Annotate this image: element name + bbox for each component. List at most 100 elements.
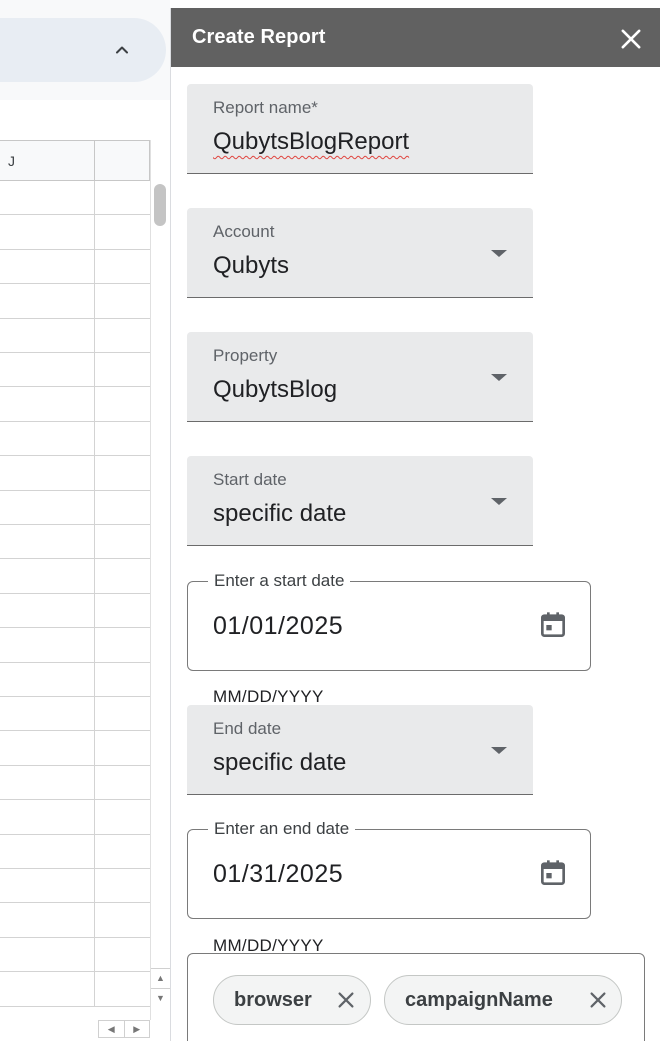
dropdown-arrow-icon[interactable] xyxy=(491,374,507,381)
column-header-label: J xyxy=(8,153,15,169)
cell-divider xyxy=(94,937,95,972)
start-date-hint: MM/DD/YYYY xyxy=(213,687,324,706)
cell-divider xyxy=(94,490,95,524)
chip-browser[interactable]: browser xyxy=(213,975,371,1025)
sheet-row[interactable] xyxy=(0,697,150,732)
sheet-row[interactable] xyxy=(0,559,150,594)
calendar-icon[interactable] xyxy=(537,609,569,641)
sheet-menu-pill xyxy=(0,18,166,82)
cell-divider xyxy=(94,525,95,559)
sheet-row[interactable] xyxy=(0,937,150,973)
dropdown-arrow-icon[interactable] xyxy=(491,747,507,754)
cell-divider xyxy=(94,284,95,318)
remove-chip-icon[interactable] xyxy=(587,989,609,1011)
sheet-row[interactable] xyxy=(0,869,150,904)
sheet-toolbar xyxy=(0,0,170,100)
sheet-row[interactable] xyxy=(0,284,150,319)
cell-divider xyxy=(94,353,95,387)
start-date-select[interactable]: Start date specific date xyxy=(187,456,533,546)
calendar-icon[interactable] xyxy=(537,857,569,889)
sheet-row[interactable] xyxy=(0,249,150,285)
account-label: Account xyxy=(213,222,275,241)
property-value: QubytsBlog xyxy=(213,376,338,403)
sheet-row[interactable] xyxy=(0,628,150,663)
end-date-label: End date xyxy=(213,719,282,738)
spreadsheet-area: J ▲ ▼ ◀ ▶ xyxy=(0,0,170,1041)
scroll-down-arrow-icon[interactable]: ▼ xyxy=(151,988,170,1006)
cell-divider xyxy=(94,765,95,800)
cell-divider xyxy=(94,593,95,628)
cell-divider xyxy=(94,903,95,937)
start-date-mode-value: specific date xyxy=(213,500,347,527)
start-date-input-label: Enter a start date xyxy=(208,571,351,591)
cell-divider xyxy=(94,421,95,456)
app-root: J ▲ ▼ ◀ ▶ Create Report Report name* Qub… xyxy=(0,0,660,1041)
column-header-k[interactable] xyxy=(95,141,150,181)
end-date-mode-value: specific date xyxy=(213,749,347,776)
panel-body: Report name* QubytsBlogReport Account Qu… xyxy=(171,67,660,1041)
cell-divider xyxy=(94,387,95,421)
cell-divider xyxy=(94,731,95,765)
sheet-row[interactable] xyxy=(0,215,150,250)
sheet-row[interactable] xyxy=(0,421,150,457)
sheet-row[interactable] xyxy=(0,353,150,388)
scroll-up-arrow-icon[interactable]: ▲ xyxy=(151,968,170,986)
panel-title: Create Report xyxy=(192,26,326,48)
chip-campaignname[interactable]: campaignName xyxy=(384,975,622,1025)
report-name-value[interactable]: QubytsBlogReport xyxy=(213,128,409,156)
cell-divider xyxy=(94,628,95,662)
scroll-right-arrow-icon[interactable]: ▶ xyxy=(125,1021,150,1037)
scroll-left-arrow-icon[interactable]: ◀ xyxy=(99,1021,125,1037)
collapse-toolbar-button[interactable] xyxy=(108,36,136,64)
close-button[interactable] xyxy=(617,25,645,53)
sheet-row[interactable] xyxy=(0,765,150,801)
vertical-scrollbar[interactable]: ▲ ▼ xyxy=(150,140,170,1020)
cell-divider xyxy=(94,972,95,1006)
sheet-row[interactable] xyxy=(0,456,150,491)
sheet-row[interactable] xyxy=(0,525,150,560)
cell-divider xyxy=(94,834,95,868)
sheet-row[interactable] xyxy=(0,387,150,422)
end-date-input[interactable]: Enter an end date 01/31/2025 xyxy=(187,819,591,919)
dimensions-chip-input[interactable]: browser campaignName xyxy=(187,953,645,1041)
sheet-row[interactable] xyxy=(0,318,150,353)
cell-divider xyxy=(94,697,95,731)
chevron-up-icon xyxy=(116,46,128,54)
sheet-row[interactable] xyxy=(0,181,150,216)
sheet-row[interactable] xyxy=(0,800,150,835)
cell-divider xyxy=(94,869,95,903)
cell-divider xyxy=(94,181,95,215)
end-date-input-label: Enter an end date xyxy=(208,819,356,839)
property-select[interactable]: Property QubytsBlog xyxy=(187,332,533,422)
sheet-row[interactable] xyxy=(0,972,150,1007)
sheet-grid[interactable]: J xyxy=(0,140,150,1020)
cell-divider xyxy=(94,318,95,352)
start-date-input[interactable]: Enter a start date 01/01/2025 xyxy=(187,571,591,671)
cell-divider xyxy=(94,249,95,284)
cell-divider xyxy=(94,215,95,249)
sheet-row[interactable] xyxy=(0,731,150,766)
account-value: Qubyts xyxy=(213,252,290,279)
start-date-label: Start date xyxy=(213,470,287,489)
dropdown-arrow-icon[interactable] xyxy=(491,250,507,257)
sheet-row[interactable] xyxy=(0,490,150,525)
cell-divider xyxy=(94,662,95,696)
account-select[interactable]: Account Qubyts xyxy=(187,208,533,298)
scrollbar-thumb[interactable] xyxy=(154,184,166,226)
end-date-select[interactable]: End date specific date xyxy=(187,705,533,795)
sheet-row[interactable] xyxy=(0,593,150,629)
dropdown-arrow-icon[interactable] xyxy=(491,498,507,505)
sheet-row[interactable] xyxy=(0,662,150,697)
column-header-j[interactable]: J xyxy=(0,141,95,181)
report-name-field[interactable]: Report name* QubytsBlogReport xyxy=(187,84,533,174)
remove-chip-icon[interactable] xyxy=(335,989,357,1011)
end-date-value[interactable]: 01/31/2025 xyxy=(213,860,343,889)
create-report-panel: Create Report Report name* QubytsBlogRep… xyxy=(170,8,660,1041)
chip-label: browser xyxy=(234,988,312,1011)
property-label: Property xyxy=(213,346,278,365)
sheet-row[interactable] xyxy=(0,903,150,938)
start-date-value[interactable]: 01/01/2025 xyxy=(213,612,343,641)
report-name-label: Report name* xyxy=(213,98,318,117)
horizontal-scrollbar[interactable]: ◀ ▶ xyxy=(98,1020,150,1038)
sheet-row[interactable] xyxy=(0,834,150,869)
